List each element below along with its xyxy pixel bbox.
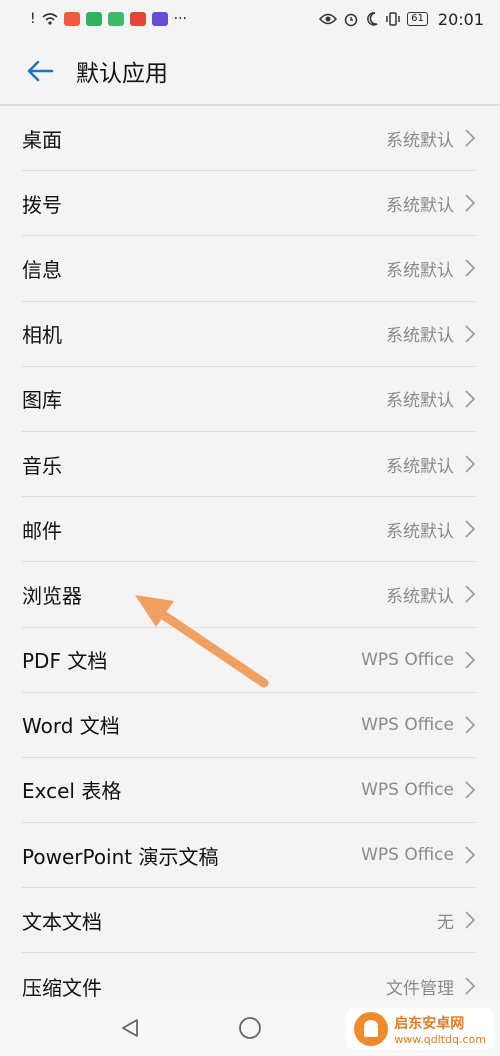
chevron-right-icon [465,716,476,734]
list-item[interactable]: 相机 系统默认 [22,302,476,367]
item-label: 邮件 [22,518,62,543]
status-right: 61 20:01 [319,10,484,29]
app-badge-icon [85,12,102,26]
chevron-right-icon [465,194,476,212]
item-value: 文件管理 [386,978,454,999]
list-item[interactable]: 文本文档 无 [22,888,476,954]
chevron-right-icon [465,390,476,408]
app-bar: 默认应用 [0,38,500,104]
moon-icon [367,12,378,26]
chevron-right-icon [465,520,476,538]
list-item[interactable]: 音乐 系统默认 [22,432,476,498]
item-value: 系统默认 [386,195,454,216]
list-item[interactable]: 浏览器 系统默认 [22,562,476,628]
item-label: 桌面 [22,127,62,152]
list-item[interactable]: PowerPoint 演示文稿 WPS Office [22,823,476,889]
watermark-url: www.qdltdq.com [394,1032,486,1046]
chevron-right-icon [465,781,476,799]
item-value: WPS Office [361,649,454,670]
back-button[interactable] [20,51,60,91]
watermark: 启东安卓网 www.qdltdq.com [346,1008,494,1050]
item-label: 图库 [22,388,62,413]
item-label: 音乐 [22,453,62,478]
chevron-right-icon [465,129,476,147]
status-time: 20:01 [437,9,484,29]
item-value: 系统默认 [386,586,454,607]
chevron-right-icon [465,977,476,995]
nav-back-button[interactable] [110,1008,150,1048]
chevron-right-icon [465,325,476,343]
item-value: WPS Office [361,845,454,866]
item-value: 系统默认 [386,260,454,281]
app-badge-icon [63,12,80,26]
item-value: 无 [437,912,454,933]
nav-home-button[interactable] [230,1008,270,1048]
item-label: 浏览器 [22,583,82,608]
alert-icon: ! [30,11,36,27]
item-label: 信息 [22,257,62,282]
chevron-right-icon [465,585,476,603]
list-item[interactable]: 邮件 系统默认 [22,497,476,563]
list-item[interactable]: 信息 系统默认 [22,236,476,302]
item-label: 相机 [22,323,62,348]
item-label: Excel 表格 [22,779,122,804]
battery-icon: 61 [407,12,428,26]
back-arrow-icon [27,60,54,82]
triangle-back-icon [122,1019,138,1037]
list-item[interactable]: 图库 系统默认 [22,367,476,432]
item-value: WPS Office [361,714,454,735]
item-label: 拨号 [22,192,62,217]
chevron-right-icon [465,846,476,864]
status-left: ! ··· [30,12,187,26]
item-value: 系统默认 [386,456,454,477]
item-label: 压缩文件 [22,975,102,1000]
chevron-right-icon [465,455,476,473]
item-label: Word 文档 [22,714,120,739]
vibrate-icon [386,12,400,26]
wifi-icon [42,13,58,25]
item-label: PDF 文档 [22,649,108,674]
item-value: 系统默认 [386,326,454,347]
watermark-title: 启东安卓网 [394,1015,465,1032]
list-item[interactable]: Excel 表格 WPS Office [22,758,476,824]
chevron-right-icon [465,651,476,669]
list-item[interactable]: 拨号 系统默认 [22,171,476,237]
eye-icon [319,13,338,25]
item-value: 系统默认 [386,391,454,412]
item-value: 系统默认 [386,130,454,151]
item-value: 系统默认 [386,521,454,542]
android-icon [364,1020,379,1037]
more-notifications: ··· [173,11,187,27]
status-bar: ! ··· 61 20:01 [0,0,500,38]
circle-home-icon [239,1017,261,1039]
chevron-right-icon [465,259,476,278]
list-item[interactable]: PDF 文档 WPS Office [22,628,476,693]
watermark-logo-icon [354,1012,389,1046]
chevron-right-icon [465,911,476,929]
item-label: 文本文档 [22,909,102,934]
default-apps-list: 桌面 系统默认 拨号 系统默认 信息 系统默认 相机 系统默认 图库 系统默认 … [0,106,500,1019]
item-label: PowerPoint 演示文稿 [22,844,219,869]
list-item[interactable]: Word 文档 WPS Office [22,693,476,758]
page-title: 默认应用 [76,61,168,87]
list-item[interactable]: 桌面 系统默认 [22,106,476,172]
app-badge-icon [151,12,168,26]
app-badge-icon [107,12,124,26]
app-badge-icon [129,12,146,26]
alarm-icon [344,13,358,27]
item-value: WPS Office [361,779,454,800]
